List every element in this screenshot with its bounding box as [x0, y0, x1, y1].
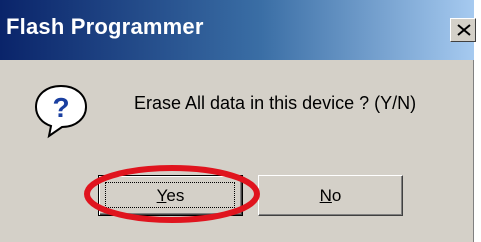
title-bar[interactable]: Flash Programmer [0, 0, 476, 60]
close-icon [457, 24, 471, 36]
dialog-title: Flash Programmer [6, 14, 204, 39]
yes-button[interactable]: Yes [98, 175, 243, 216]
focus-indicator [105, 182, 235, 208]
no-button-label: No [319, 185, 342, 205]
close-button[interactable] [450, 18, 476, 42]
dialog-message: Erase All data in this device ? (Y/N) [134, 93, 417, 113]
svg-text:?: ? [52, 92, 69, 123]
no-button[interactable]: No [258, 175, 403, 216]
message-dialog: Flash Programmer ? Erase All data in thi… [0, 0, 476, 242]
question-icon: ? [34, 84, 88, 139]
